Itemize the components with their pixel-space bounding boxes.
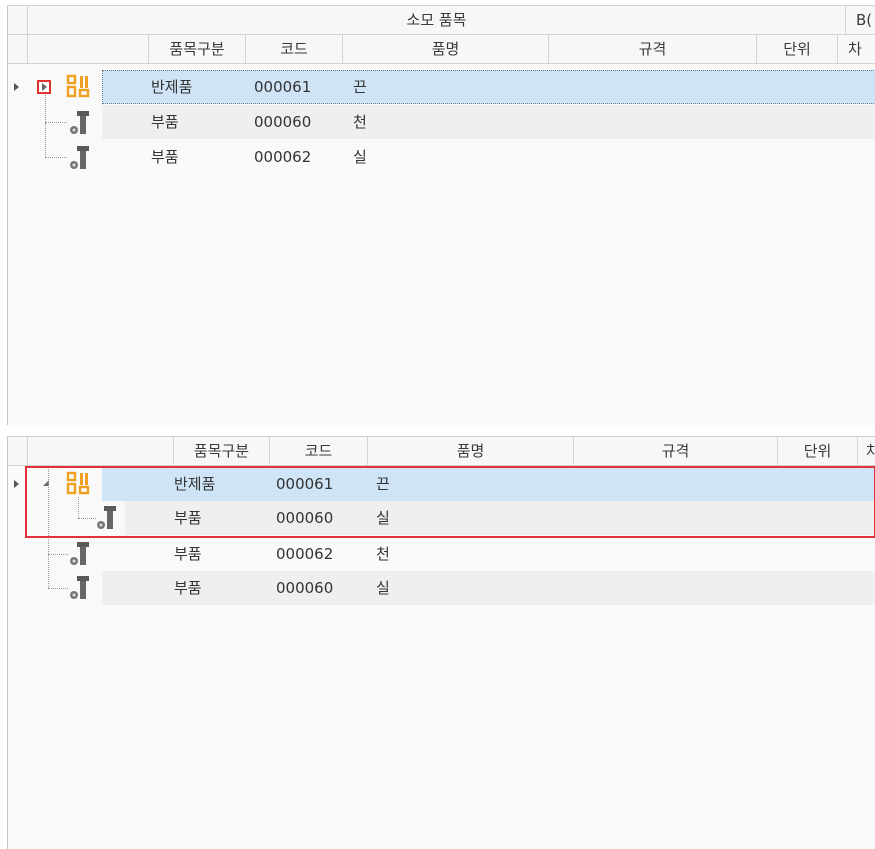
- table-row[interactable]: 부품 000062 천: [8, 467, 875, 571]
- cell-item-type: 부품: [151, 148, 179, 166]
- tree-line: [45, 95, 46, 122]
- column-header-name[interactable]: 품명: [368, 437, 574, 466]
- top-bom-grid: 소모 품목 B( 품목구분 코드 품명 규격 단위 차 반제품 000061 끈: [7, 5, 875, 425]
- group-header-consumed-items[interactable]: 소모 품목: [28, 6, 846, 35]
- table-row[interactable]: 반제품 000061 끈: [8, 70, 875, 104]
- cell-code: 000061: [254, 78, 312, 96]
- column-header-code[interactable]: 코드: [246, 35, 343, 64]
- column-header-code[interactable]: 코드: [270, 437, 368, 466]
- row-background: [102, 105, 875, 139]
- row-indicator-arrow-icon: [14, 83, 19, 91]
- row-selection-highlight: [102, 70, 875, 104]
- tree-column-header[interactable]: [28, 35, 149, 64]
- column-header-item-type[interactable]: 품목구분: [149, 35, 246, 64]
- row-background: [102, 140, 875, 174]
- highlight-box: [25, 466, 875, 538]
- column-header-item-type[interactable]: 품목구분: [174, 437, 270, 466]
- cell-item-type: 반제품: [151, 78, 193, 96]
- tree-line: [48, 554, 49, 588]
- cell-name: 천: [353, 113, 367, 131]
- tree-line: [48, 588, 68, 589]
- bolt-part-icon: [70, 576, 89, 599]
- table-row[interactable]: 부품 000062 실: [8, 123, 875, 174]
- tree-line: [45, 122, 67, 123]
- cell-code: 000060: [254, 113, 312, 131]
- row-indicator-header: [8, 437, 28, 466]
- cell-name: 실: [353, 148, 367, 166]
- group-header-bom[interactable]: B(: [846, 6, 875, 35]
- column-header-name[interactable]: 품명: [343, 35, 549, 64]
- bottom-bom-grid: 품목구분 코드 품명 규격 단위 차 반제품 000061 끈 부품 00006: [7, 436, 875, 849]
- row-indicator-header: [8, 6, 28, 35]
- row-indicator-arrow-icon: [14, 480, 19, 488]
- cell-code: 000060: [276, 579, 334, 597]
- cell-name: 천: [376, 545, 390, 563]
- cell-item-type: 부품: [174, 545, 202, 563]
- cell-name: 실: [376, 579, 390, 597]
- cell-code: 000062: [254, 148, 312, 166]
- bolt-part-icon: [70, 542, 89, 565]
- table-row[interactable]: 부품 000060 천: [8, 95, 875, 139]
- row-background: [102, 571, 875, 605]
- column-header-spec[interactable]: 규격: [574, 437, 778, 466]
- cell-code: 000062: [276, 545, 334, 563]
- column-header-partial[interactable]: 차: [858, 437, 875, 466]
- tree-line: [48, 554, 68, 555]
- row-background: [102, 537, 875, 571]
- bolt-part-icon: [70, 111, 89, 134]
- cell-item-type: 부품: [174, 579, 202, 597]
- assembly-icon: [66, 74, 90, 98]
- bolt-part-icon: [70, 146, 89, 169]
- column-header-partial[interactable]: 차: [838, 35, 875, 64]
- tree-column-header[interactable]: [28, 437, 174, 466]
- column-header-unit[interactable]: 단위: [778, 437, 858, 466]
- cell-item-type: 부품: [151, 113, 179, 131]
- table-row[interactable]: 부품 000060 실: [8, 554, 875, 605]
- column-header-spec[interactable]: 규격: [549, 35, 757, 64]
- row-indicator-header: [8, 35, 28, 64]
- tree-line: [45, 123, 46, 157]
- expand-toggle-icon[interactable]: [37, 80, 51, 94]
- column-header-unit[interactable]: 단위: [757, 35, 838, 64]
- tree-line: [45, 157, 67, 158]
- cell-name: 끈: [353, 78, 367, 96]
